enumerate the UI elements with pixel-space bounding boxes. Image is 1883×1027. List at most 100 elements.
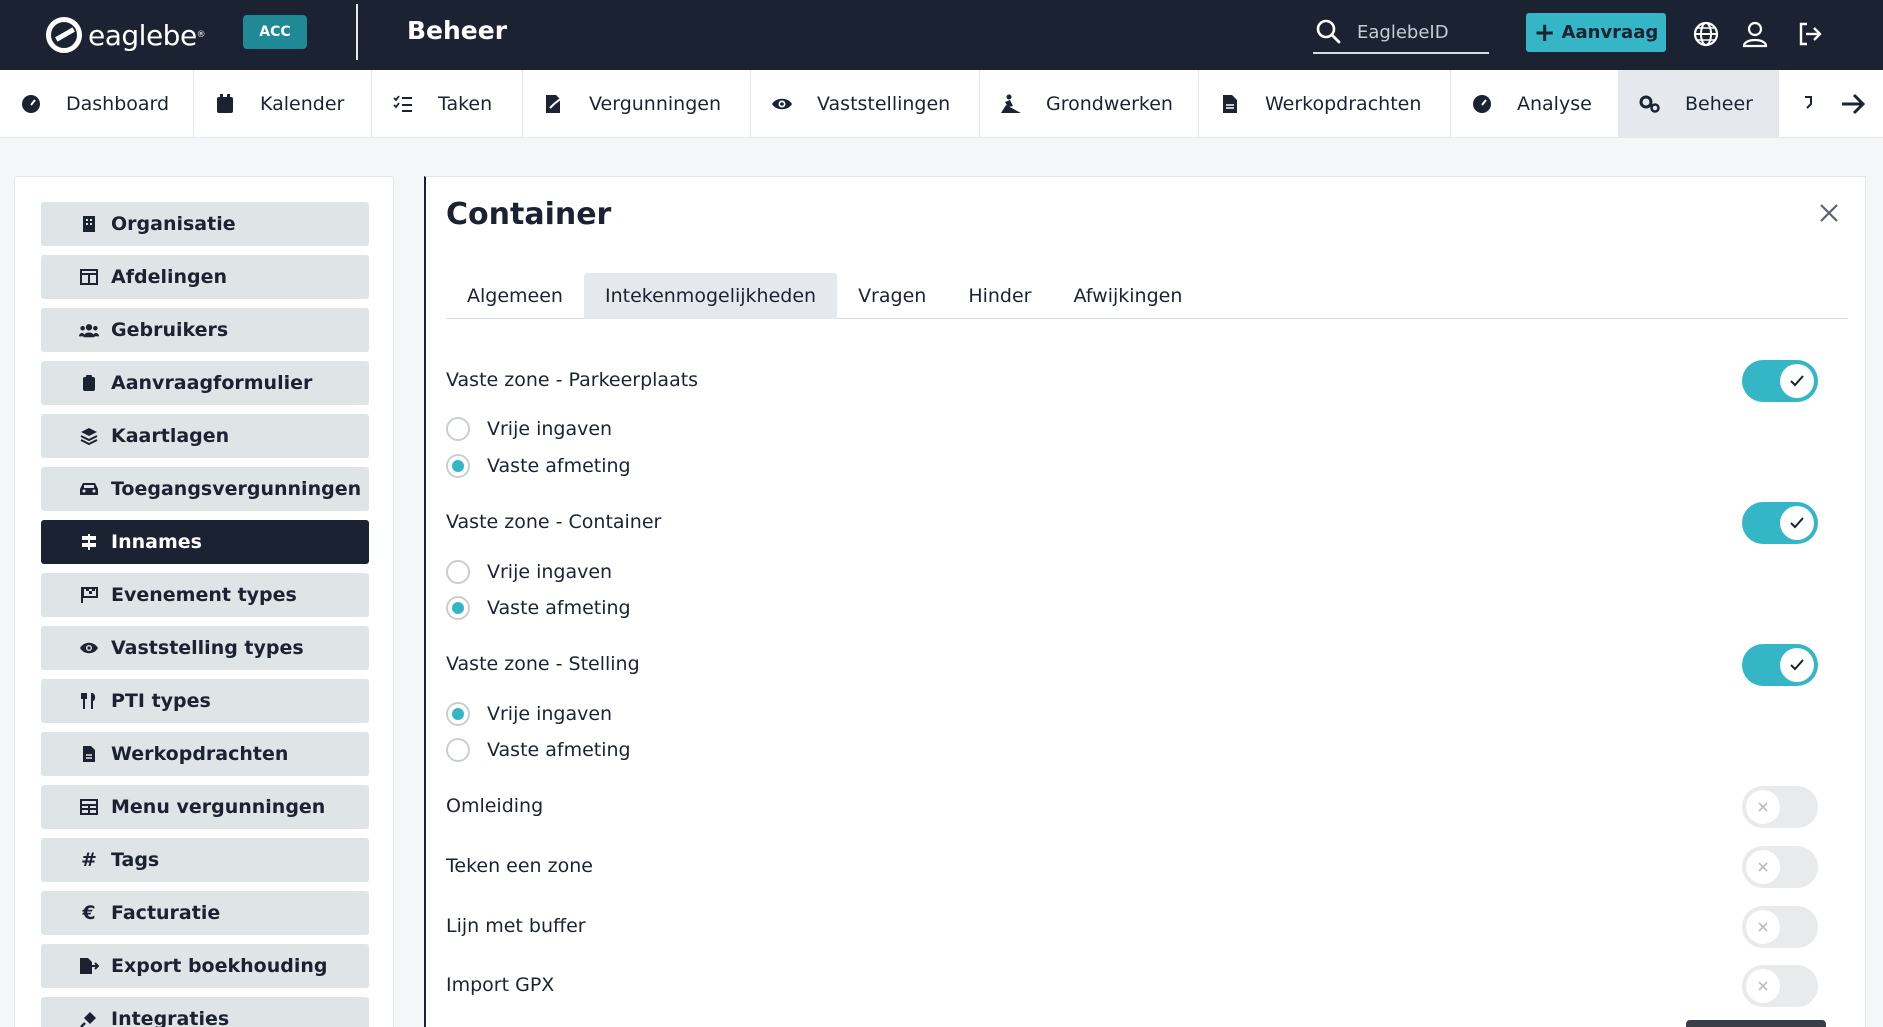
radio-button[interactable] (446, 738, 470, 762)
users-icon (79, 320, 99, 340)
sidebar-item-tags[interactable]: # Tags (41, 838, 369, 882)
nav-item-dashboard[interactable]: Dashboard (0, 70, 194, 138)
radio-option[interactable]: Vrije ingaven (446, 702, 612, 726)
gauge-icon (1471, 93, 1493, 115)
table-icon (79, 797, 99, 817)
plus-icon: + (1533, 17, 1556, 48)
setting-label: Import GPX (446, 974, 555, 996)
radio-option[interactable]: Vrije ingaven (446, 560, 612, 584)
sidebar-item-pti-types[interactable]: PTI types (41, 679, 369, 723)
tab-afwijkingen[interactable]: Afwijkingen (1052, 273, 1203, 319)
sidebar-item-werkopdrachten[interactable]: Werkopdrachten (41, 732, 369, 776)
globe-icon[interactable] (1692, 20, 1720, 48)
close-icon[interactable] (1815, 199, 1843, 227)
toggle-stelling[interactable] (1742, 644, 1818, 686)
nav-label: Dashboard (66, 93, 170, 115)
cogs-icon (1639, 93, 1661, 115)
toggle-parkeerplaats[interactable] (1742, 360, 1818, 402)
admin-sidebar: Organisatie Afdelingen Gebruikers Aanvra… (14, 176, 394, 1027)
sidebar-item-label: Tags (111, 849, 160, 871)
sidebar-item-afdelingen[interactable]: Afdelingen (41, 255, 369, 299)
setting-label: Vaste zone - Stelling (446, 653, 640, 675)
radio-label: Vaste afmeting (487, 739, 631, 761)
tab-algemeen[interactable]: Algemeen (446, 273, 584, 319)
eaglebe-logo-mark-icon (46, 17, 82, 53)
tab-hinder[interactable]: Hinder (947, 273, 1052, 319)
signpost-icon (79, 532, 99, 552)
logo-trademark: ® (196, 30, 206, 40)
nav-item-kalender[interactable]: Kalender (194, 70, 372, 138)
toggle-import-gpx[interactable] (1742, 965, 1818, 1007)
sidebar-item-organisatie[interactable]: Organisatie (41, 202, 369, 246)
nav-item-taken[interactable]: Taken (372, 70, 523, 138)
sidebar-item-innames[interactable]: Innames (41, 520, 369, 564)
new-request-button[interactable]: + Aanvraag (1526, 13, 1666, 52)
arrow-right-icon[interactable] (1839, 90, 1867, 118)
radio-button[interactable] (446, 560, 470, 584)
search-placeholder[interactable]: EaglebeID (1357, 22, 1449, 43)
tab-intekenmogelijkheden[interactable]: Intekenmogelijkheden (583, 273, 838, 319)
nav-item-werkopdrachten[interactable]: Werkopdrachten (1199, 70, 1451, 138)
radio-button[interactable] (446, 702, 470, 726)
nav-item-beheer[interactable]: Beheer (1619, 70, 1779, 138)
tab-vragen[interactable]: Vragen (837, 273, 947, 319)
document-icon (1219, 93, 1241, 115)
sidebar-item-evenement-types[interactable]: Evenement types (41, 573, 369, 617)
hashtag-icon: # (81, 849, 97, 871)
sidebar-item-toegangsvergunningen[interactable]: Toegangsvergunningen (41, 467, 369, 511)
sidebar-item-aanvraagformulier[interactable]: Aanvraagformulier (41, 361, 369, 405)
setting-label: Vaste zone - Container (446, 511, 662, 533)
check-icon (1780, 648, 1814, 682)
radio-button[interactable] (446, 454, 470, 478)
sidebar-item-gebruikers[interactable]: Gebruikers (41, 308, 369, 352)
eaglebe-logo[interactable]: eaglebe ® (46, 16, 206, 54)
radio-label: Vaste afmeting (487, 455, 631, 477)
sidebar-item-label: PTI types (111, 690, 211, 712)
environment-badge: ACC (243, 15, 307, 49)
logo-text: eaglebe (88, 18, 197, 52)
utensils-icon (79, 691, 99, 711)
toggle-teken-een-zone[interactable] (1742, 846, 1818, 888)
sidebar-item-integraties[interactable]: Integraties (41, 997, 369, 1027)
sidebar-item-facturatie[interactable]: € Facturatie (41, 891, 369, 935)
top-bar: eaglebe ® ACC Beheer EaglebeID + Aanvraa… (0, 0, 1883, 70)
sidebar-item-vaststelling-types[interactable]: Vaststelling types (41, 626, 369, 670)
sidebar-item-export-boekhouding[interactable]: Export boekhouding (41, 944, 369, 988)
radio-option[interactable]: Vaste afmeting (446, 454, 631, 478)
car-icon (79, 479, 99, 499)
radio-button[interactable] (446, 417, 470, 441)
sidebar-item-label: Werkopdrachten (111, 743, 289, 765)
sidebar-item-kaartlagen[interactable]: Kaartlagen (41, 414, 369, 458)
floating-element-edge (1686, 1020, 1826, 1027)
toggle-lijn-met-buffer[interactable] (1742, 906, 1818, 948)
layers-icon (79, 426, 99, 446)
detail-panel: Container Algemeen Intekenmogelijkheden … (424, 176, 1866, 1027)
nav-item-overflow[interactable] (1779, 70, 1883, 138)
nav-item-grondwerken[interactable]: Grondwerken (980, 70, 1199, 138)
radio-label: Vrije ingaven (487, 703, 613, 725)
euro-icon: € (82, 902, 96, 924)
sidebar-item-label: Aanvraagformulier (111, 372, 313, 394)
search-box[interactable]: EaglebeID (1313, 12, 1489, 54)
radio-option[interactable]: Vrije ingaven (446, 417, 612, 441)
document-icon (79, 744, 99, 764)
radio-option[interactable]: Vaste afmeting (446, 738, 631, 762)
radio-button[interactable] (446, 596, 470, 620)
sidebar-item-menu-vergunningen[interactable]: Menu vergunningen (41, 785, 369, 829)
search-icon (1316, 19, 1341, 44)
radio-label: Vaste afmeting (487, 597, 631, 619)
toggle-omleiding[interactable] (1742, 786, 1818, 828)
radio-label: Vrije ingaven (487, 418, 613, 440)
digger-icon (1000, 93, 1022, 115)
sidebar-item-label: Facturatie (111, 902, 221, 924)
logout-icon[interactable] (1796, 20, 1824, 48)
radio-option[interactable]: Vaste afmeting (446, 596, 631, 620)
nav-item-analyse[interactable]: Analyse (1451, 70, 1619, 138)
user-icon[interactable] (1741, 20, 1769, 48)
x-icon (1746, 850, 1780, 884)
nav-item-vaststellingen[interactable]: Vaststellingen (751, 70, 980, 138)
calendar-icon (214, 93, 236, 115)
sidebar-item-label: Evenement types (111, 584, 297, 606)
nav-item-vergunningen[interactable]: Vergunningen (523, 70, 751, 138)
toggle-container[interactable] (1742, 502, 1818, 544)
